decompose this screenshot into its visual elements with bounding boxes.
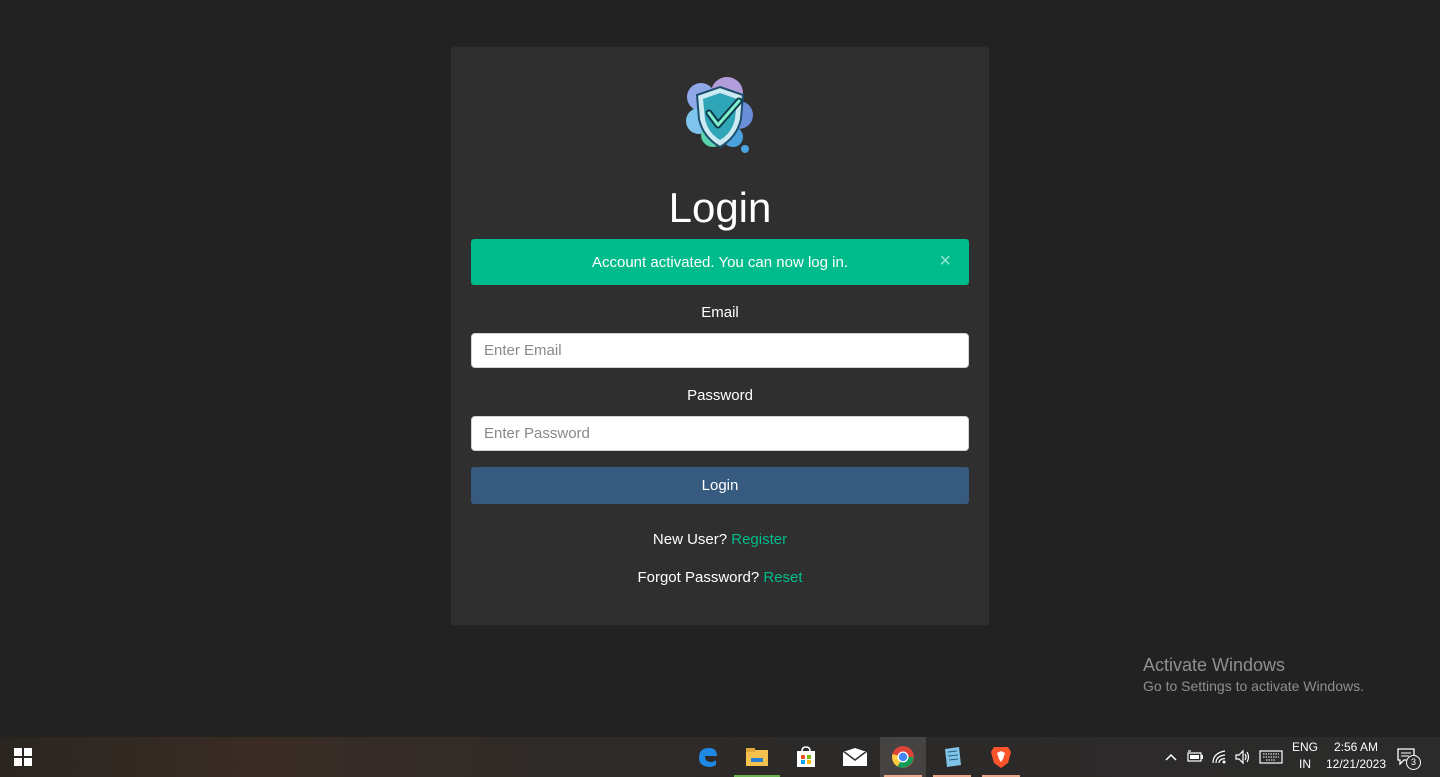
email-label: Email <box>701 304 739 321</box>
wifi-icon[interactable] <box>1211 747 1229 767</box>
notification-badge: 3 <box>1406 755 1421 770</box>
clock-time: 2:56 AM <box>1333 740 1379 754</box>
action-center-button[interactable]: 3 <box>1396 746 1422 770</box>
page-title: Login <box>668 184 772 231</box>
volume-icon[interactable] <box>1234 747 1252 767</box>
reset-row: Forgot Password? Reset <box>451 569 989 586</box>
brave-icon <box>991 747 1011 768</box>
forgot-password-text: Forgot Password? <box>637 569 760 586</box>
activate-windows-watermark: Activate Windows Go to Settings to activ… <box>1143 654 1364 696</box>
new-user-text: New User? <box>652 531 728 548</box>
taskbar-microsoft-store[interactable] <box>783 737 829 777</box>
password-label: Password <box>687 387 753 404</box>
microsoft-store-icon <box>797 746 815 767</box>
edge-icon <box>699 748 717 767</box>
login-button[interactable]: Login <box>471 467 969 504</box>
email-field[interactable] <box>471 333 969 368</box>
close-icon[interactable]: × <box>939 251 951 271</box>
chevron-up-icon[interactable] <box>1164 747 1178 767</box>
language-code: ENG <box>1291 740 1318 754</box>
password-field[interactable] <box>471 416 969 451</box>
register-row: New User? Register <box>451 531 989 548</box>
taskbar-notepad[interactable] <box>929 737 975 777</box>
start-button[interactable] <box>0 737 46 777</box>
register-link[interactable]: Register <box>731 531 787 548</box>
taskbar-file-explorer[interactable] <box>734 737 780 777</box>
watermark-subtitle: Go to Settings to activate Windows. <box>1143 678 1364 694</box>
watermark-title: Activate Windows <box>1143 655 1286 675</box>
file-explorer-icon <box>746 748 768 766</box>
alert-message: Account activated. You can now log in. <box>591 253 848 271</box>
language-region: IN <box>1299 757 1311 771</box>
clock[interactable]: 2:56 AM 12/21/2023 <box>1322 739 1390 773</box>
taskbar-chrome[interactable] <box>880 737 926 777</box>
language-indicator[interactable]: ENG IN <box>1290 739 1320 773</box>
keyboard-icon[interactable] <box>1259 747 1283 767</box>
taskbar-mail[interactable] <box>832 737 878 777</box>
notepad-icon <box>945 747 961 767</box>
start-icon <box>14 748 32 766</box>
battery-icon[interactable] <box>1186 747 1204 767</box>
shield-check-logo-icon <box>686 77 753 153</box>
clock-date: 12/21/2023 <box>1325 757 1387 771</box>
reset-link[interactable]: Reset <box>763 569 802 586</box>
mail-icon <box>842 748 868 766</box>
taskbar-brave[interactable] <box>978 737 1024 777</box>
login-card: Login Account activated. You can now log… <box>451 47 989 625</box>
success-alert: Account activated. You can now log in. × <box>471 239 969 285</box>
taskbar-edge[interactable] <box>685 737 731 777</box>
chrome-icon <box>892 746 914 768</box>
